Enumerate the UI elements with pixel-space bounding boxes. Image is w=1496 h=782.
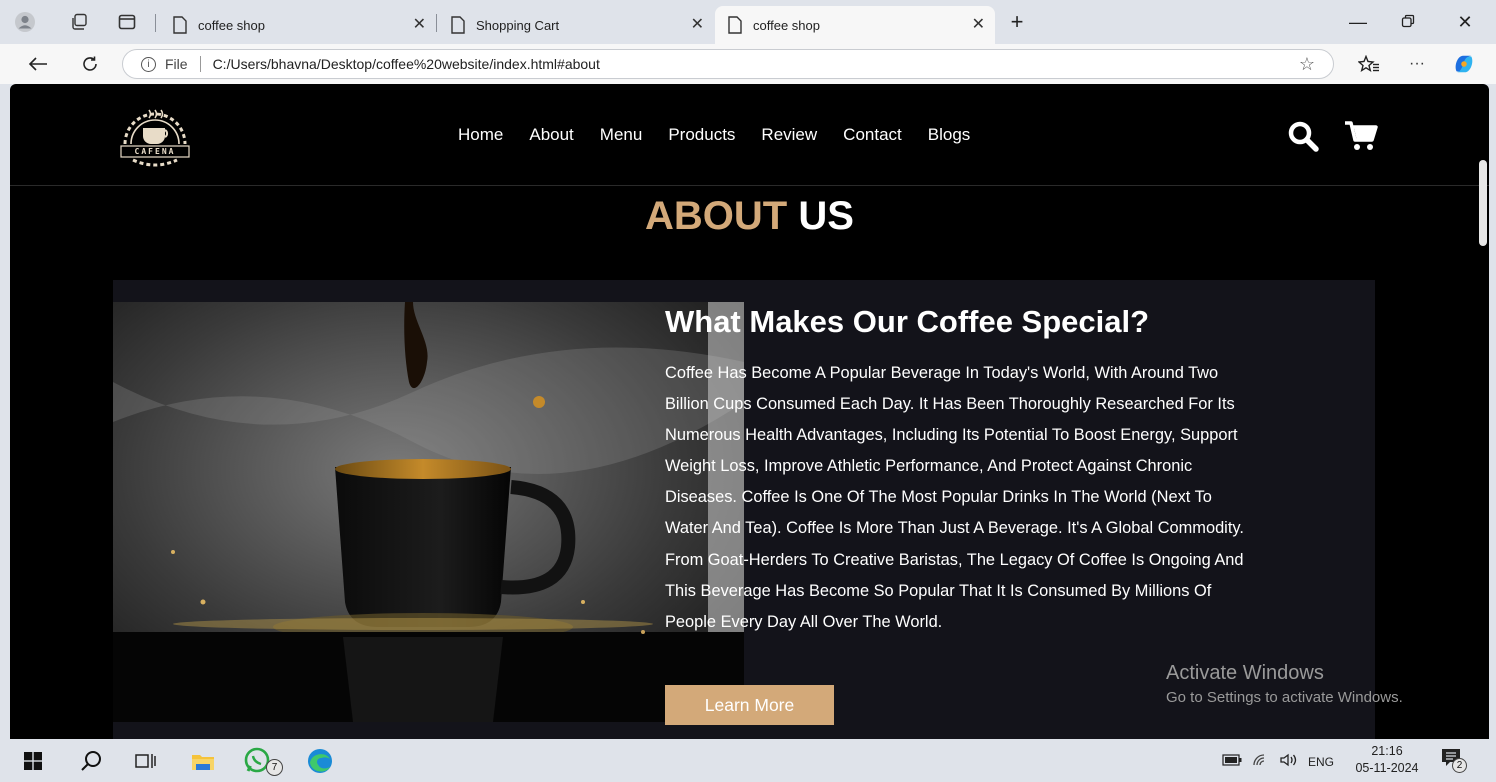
language-indicator[interactable]: ENG xyxy=(1308,755,1334,769)
about-heading: ABOUT US xyxy=(10,194,1489,239)
search-icon[interactable] xyxy=(1287,120,1319,152)
scheme-label: File xyxy=(165,56,188,72)
favorite-star-icon[interactable]: ☆ xyxy=(1299,54,1315,75)
favorites-icon[interactable] xyxy=(1357,52,1381,76)
coffee-cup-image xyxy=(113,302,744,722)
refresh-icon[interactable] xyxy=(78,52,102,76)
tab-coffee-shop-active[interactable]: coffee shop ✕ xyxy=(715,6,995,44)
system-tray: ENG xyxy=(1222,753,1334,770)
about-title: What Makes Our Coffee Special? xyxy=(665,304,1150,339)
cart-icon[interactable] xyxy=(1344,120,1378,152)
file-explorer-icon[interactable] xyxy=(189,747,217,775)
wifi-icon[interactable] xyxy=(1252,753,1270,770)
copilot-icon[interactable] xyxy=(1452,52,1476,76)
nav-review[interactable]: Review xyxy=(761,125,817,145)
volume-icon[interactable] xyxy=(1280,753,1298,770)
task-view-icon[interactable] xyxy=(131,747,159,775)
divider xyxy=(199,56,201,72)
battery-icon[interactable] xyxy=(1222,754,1242,769)
about-heading-accent: ABOUT xyxy=(645,194,788,238)
nav-about[interactable]: About xyxy=(529,125,573,145)
close-icon[interactable]: ✕ xyxy=(972,16,985,34)
back-arrow-icon[interactable] xyxy=(26,52,50,76)
main-nav: Home About Menu Products Review Contact … xyxy=(458,125,996,145)
watermark-subtitle: Go to Settings to activate Windows. xyxy=(1166,689,1403,706)
new-tab-button[interactable]: + xyxy=(1005,10,1029,34)
clock-date: 05-11-2024 xyxy=(1355,761,1419,775)
minimize-button[interactable]: — xyxy=(1346,10,1370,34)
info-icon[interactable]: i xyxy=(141,56,156,72)
nav-blogs[interactable]: Blogs xyxy=(928,125,971,145)
tab-actions-icon[interactable] xyxy=(116,11,138,33)
windows-taskbar: 7 ENG 21:16 05-11-2024 2 xyxy=(0,739,1496,782)
restore-button[interactable] xyxy=(1396,10,1420,34)
page-icon xyxy=(451,16,465,34)
nav-products[interactable]: Products xyxy=(668,125,735,145)
tab-separator xyxy=(436,14,437,32)
clock-time: 21:16 xyxy=(1371,744,1403,758)
profile-icon[interactable] xyxy=(14,11,36,33)
page-viewport: CAFENA Home About Menu Products Review C… xyxy=(10,84,1489,739)
nav-contact[interactable]: Contact xyxy=(843,125,902,145)
close-icon[interactable]: ✕ xyxy=(691,16,704,34)
more-menu-button[interactable]: ··· xyxy=(1405,52,1429,76)
windows-start-icon[interactable] xyxy=(19,747,47,775)
notification-badge: 2 xyxy=(1452,758,1467,773)
close-window-button[interactable]: ✕ xyxy=(1453,10,1477,34)
tab-title: coffee shop xyxy=(198,17,265,33)
activate-windows-watermark: Activate Windows Go to Settings to activ… xyxy=(1166,662,1403,706)
logo-text: CAFENA xyxy=(134,147,176,156)
page-icon xyxy=(728,16,742,34)
whatsapp-icon[interactable]: 7 xyxy=(244,747,288,776)
scrollbar-thumb[interactable] xyxy=(1479,160,1487,246)
whatsapp-badge: 7 xyxy=(266,759,283,776)
notification-center-icon[interactable]: 2 xyxy=(1441,748,1467,774)
edge-icon[interactable] xyxy=(306,747,334,775)
clock[interactable]: 21:16 05-11-2024 xyxy=(1348,743,1426,777)
tab-title: Shopping Cart xyxy=(476,17,560,33)
browser-toolbar: i File C:/Users/bhavna/Desktop/coffee%20… xyxy=(0,44,1496,84)
browser-tab-strip: coffee shop ✕ Shopping Cart ✕ coffee sho… xyxy=(0,0,1496,44)
learn-more-button[interactable]: Learn More xyxy=(665,685,834,725)
about-body-text: Coffee Has Become A Popular Beverage In … xyxy=(665,364,1244,631)
watermark-title: Activate Windows xyxy=(1166,662,1324,684)
tab-coffee-shop-1[interactable]: coffee shop ✕ xyxy=(160,6,436,44)
tab-title: coffee shop xyxy=(753,17,820,33)
tab-separator xyxy=(155,14,156,32)
address-bar[interactable]: i File C:/Users/bhavna/Desktop/coffee%20… xyxy=(122,49,1334,79)
page-icon xyxy=(173,16,187,34)
workspaces-icon[interactable] xyxy=(68,11,90,33)
about-heading-rest: US xyxy=(798,194,854,238)
close-icon[interactable]: ✕ xyxy=(413,16,426,34)
search-icon[interactable] xyxy=(77,747,105,775)
site-header: CAFENA Home About Menu Products Review C… xyxy=(10,84,1489,186)
cafena-logo[interactable]: CAFENA xyxy=(111,100,199,168)
nav-menu[interactable]: Menu xyxy=(600,125,643,145)
tab-shopping-cart[interactable]: Shopping Cart ✕ xyxy=(438,6,714,44)
url-text[interactable]: C:/Users/bhavna/Desktop/coffee%20website… xyxy=(213,56,600,72)
nav-home[interactable]: Home xyxy=(458,125,503,145)
